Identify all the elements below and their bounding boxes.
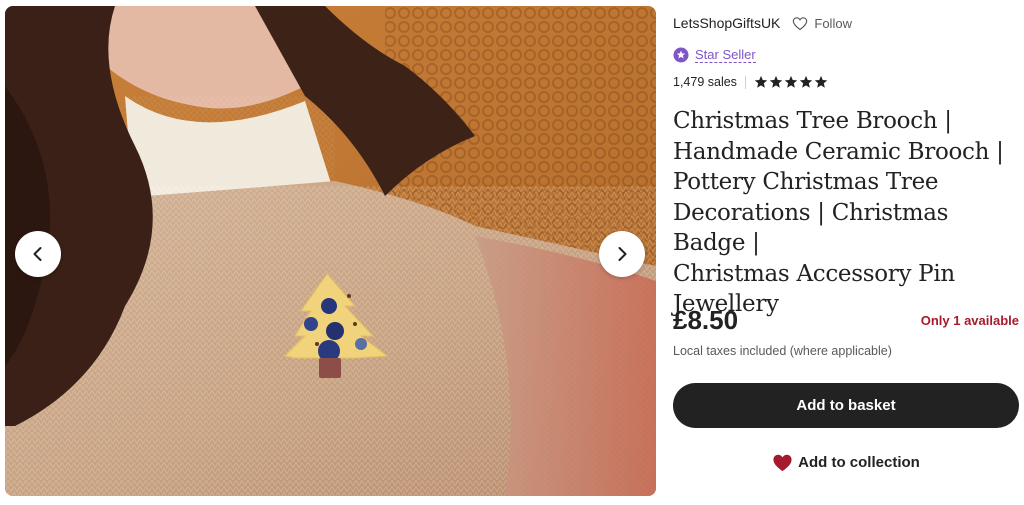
listing-title-line: Pottery Christmas Tree — [673, 169, 939, 195]
rating-stars[interactable] — [754, 75, 828, 89]
price-row: £8.50 Only 1 available — [673, 305, 1019, 337]
heart-outline-icon — [793, 16, 808, 30]
listing-photo — [5, 6, 656, 496]
follow-shop-button[interactable]: Follow — [792, 16, 852, 31]
heart-icon — [773, 454, 792, 471]
shop-sales-rating: 1,479 sales — [673, 73, 828, 91]
listing-title: Christmas Tree Brooch | Handmade Ceramic… — [673, 106, 1019, 320]
listing-price: £8.50 — [673, 305, 739, 335]
listing-title-line: Decorations | Christmas Badge | — [673, 199, 949, 257]
follow-label: Follow — [814, 15, 852, 31]
stock-availability: Only 1 available — [920, 313, 1019, 328]
add-to-collection-label: Add to collection — [798, 453, 920, 471]
star-seller-badge-icon — [673, 47, 689, 63]
sales-count: 1,479 sales — [673, 75, 737, 89]
shop-header: LetsShopGiftsUK Follow — [673, 14, 852, 32]
sales-divider — [744, 75, 746, 89]
listing-info-panel: LetsShopGiftsUK Follow Star Seller 1,479… — [673, 0, 1019, 505]
star-icon — [799, 75, 813, 88]
chevron-right-icon — [618, 247, 627, 261]
star-icon — [784, 75, 798, 88]
listing-title-line: Christmas Accessory Pin — [673, 260, 955, 287]
star-icon — [814, 75, 828, 88]
next-image-button[interactable] — [599, 231, 645, 277]
add-to-collection-button[interactable]: Add to collection — [673, 446, 1019, 478]
star-icon — [754, 75, 768, 88]
add-to-basket-button[interactable]: Add to basket — [673, 383, 1019, 428]
listing-image-carousel[interactable] — [5, 6, 656, 496]
star-seller-badge[interactable]: Star Seller — [673, 46, 756, 64]
previous-image-button[interactable] — [15, 231, 61, 277]
star-icon — [769, 75, 783, 88]
listing-title-line: Christmas Tree Brooch | — [673, 108, 952, 134]
tax-note: Local taxes included (where applicable) — [673, 344, 892, 358]
listing-title-line: Handmade Ceramic Brooch | — [673, 138, 1004, 165]
shop-name-link[interactable]: LetsShopGiftsUK — [673, 15, 780, 31]
chevron-left-icon — [33, 247, 42, 261]
star-seller-label: Star Seller — [695, 47, 756, 63]
